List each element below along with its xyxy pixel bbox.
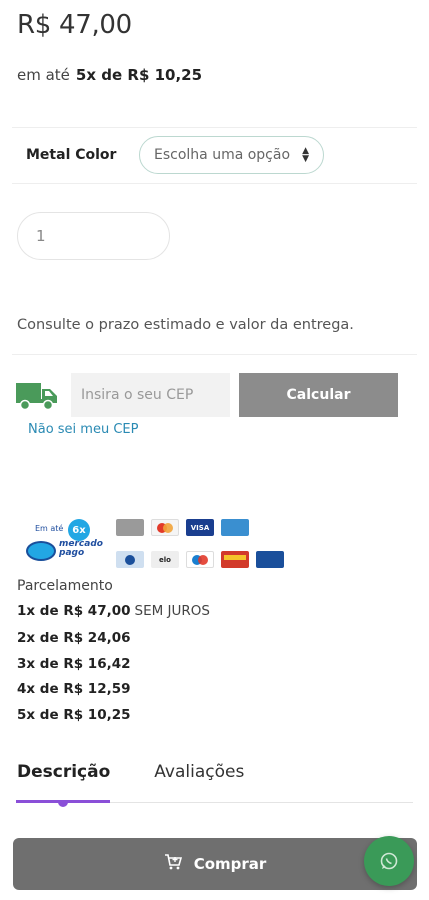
no-cep-link[interactable]: Não sei meu CEP xyxy=(28,422,138,437)
tab-reviews[interactable]: Avaliações xyxy=(154,762,244,782)
whatsapp-icon xyxy=(380,852,398,870)
installment-label: 5x de R$ 10,25 xyxy=(17,707,131,723)
installment-label: 3x de R$ 16,42 xyxy=(17,656,131,672)
cep-placeholder: Insira o seu CEP xyxy=(81,387,194,403)
installment-line: 4x de R$ 12,59 xyxy=(17,681,131,697)
installments-title: Parcelamento xyxy=(17,578,113,594)
variant-label: Metal Color xyxy=(26,147,117,163)
installment-line: 1x de R$ 47,00 SEM JUROS xyxy=(17,603,210,619)
quantity-value: 1 xyxy=(36,227,46,245)
calculate-button[interactable]: Calcular xyxy=(239,373,398,417)
whatsapp-button[interactable] xyxy=(364,836,414,886)
mastercard-icon xyxy=(151,519,179,536)
boleto-icon xyxy=(116,519,144,536)
divider xyxy=(12,127,417,128)
divider xyxy=(12,183,417,184)
divider xyxy=(12,354,417,355)
mp-brand-text: mercado pago xyxy=(59,540,103,558)
buy-button[interactable]: Comprar xyxy=(13,838,417,890)
select-placeholder: Escolha uma opção xyxy=(154,147,291,163)
product-price: R$ 47,00 xyxy=(17,10,132,40)
installment-prefix: em até xyxy=(17,66,70,84)
installment-note: SEM JUROS xyxy=(134,603,210,619)
installment-summary: em até 5x de R$ 10,25 xyxy=(17,66,202,84)
installment-label: 1x de R$ 47,00 xyxy=(17,603,131,619)
installment-label: 4x de R$ 12,59 xyxy=(17,681,131,697)
visa-electron-icon xyxy=(256,551,284,568)
delivery-info: Consulte o prazo estimado e valor da ent… xyxy=(17,317,354,333)
amex-icon xyxy=(221,519,249,536)
maestro-icon xyxy=(186,551,214,568)
installment-line: 3x de R$ 16,42 xyxy=(17,656,131,672)
visa-icon: VISA xyxy=(186,519,214,536)
mercadopago-logo-icon xyxy=(26,541,56,561)
elo-icon: elo xyxy=(151,551,179,568)
cep-input[interactable]: Insira o seu CEP xyxy=(71,373,230,417)
tab-description[interactable]: Descrição xyxy=(17,762,110,782)
buy-label: Comprar xyxy=(193,855,267,873)
diners-icon xyxy=(116,551,144,568)
truck-icon xyxy=(16,383,57,411)
metal-color-select[interactable]: Escolha uma opção ▲ ▼ xyxy=(139,136,324,174)
product-tabs: Descrição Avaliações xyxy=(17,762,288,782)
mp-brand-line2: pago xyxy=(59,548,85,558)
installment-value: 5x de R$ 10,25 xyxy=(75,66,203,84)
active-tab-dot xyxy=(58,800,68,807)
hipercard-icon xyxy=(221,551,249,568)
cart-add-icon xyxy=(164,854,182,874)
quantity-input[interactable]: 1 xyxy=(17,212,170,260)
variant-row: Metal Color Escolha uma opção ▲ ▼ xyxy=(26,136,324,174)
mp-installments-badge: 6x xyxy=(68,519,90,541)
select-arrows-icon: ▲ ▼ xyxy=(302,146,309,164)
installment-line: 5x de R$ 10,25 xyxy=(17,707,131,723)
installment-line: 2x de R$ 24,06 xyxy=(17,630,131,646)
mp-upto-text: Em até xyxy=(35,524,64,533)
installment-label: 2x de R$ 24,06 xyxy=(17,630,131,646)
